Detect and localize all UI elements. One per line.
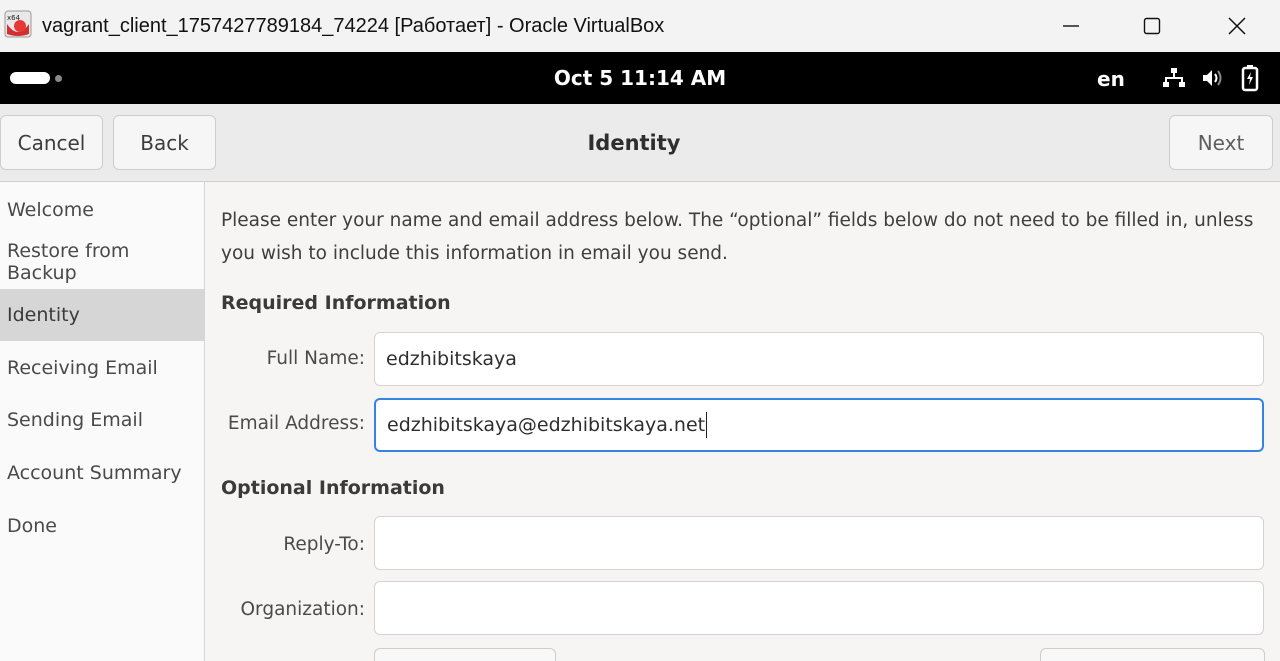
full-name-value: edzhibitskaya xyxy=(386,348,517,370)
identity-form: Please enter your name and email address… xyxy=(206,182,1280,661)
sidebar-item-identity[interactable]: Identity xyxy=(0,289,204,341)
assistant-steps-sidebar: Welcome Restore from Backup Identity Rec… xyxy=(0,182,205,661)
sidebar-item-account-summary[interactable]: Account Summary xyxy=(0,447,204,499)
maximize-button[interactable] xyxy=(1117,0,1187,52)
sidebar-item-sending-email[interactable]: Sending Email xyxy=(0,394,204,446)
battery-icon[interactable] xyxy=(1240,64,1260,92)
partially-visible-button-left[interactable] xyxy=(374,648,556,661)
email-address-field[interactable]: edzhibitskaya@edzhibitskaya.net xyxy=(374,398,1264,452)
minimize-icon xyxy=(1063,25,1079,27)
full-name-field[interactable]: edzhibitskaya xyxy=(374,332,1264,386)
network-icon[interactable] xyxy=(1162,66,1186,90)
sidebar-item-done[interactable]: Done xyxy=(0,500,204,552)
virtualbox-icon: x64 xyxy=(4,10,32,38)
text-cursor xyxy=(706,412,708,438)
close-button[interactable] xyxy=(1202,0,1272,52)
assistant-header-bar: Cancel Back Identity Next xyxy=(0,104,1280,182)
required-information-heading: Required Information xyxy=(221,292,451,314)
minimize-button[interactable] xyxy=(1036,0,1106,52)
intro-text: Please enter your name and email address… xyxy=(221,210,1254,264)
organization-label: Organization: xyxy=(240,599,365,620)
email-address-value: edzhibitskaya@edzhibitskaya.net xyxy=(387,414,706,436)
svg-text:x64: x64 xyxy=(7,14,21,22)
maximize-icon xyxy=(1143,17,1161,35)
optional-information-heading: Optional Information xyxy=(221,477,445,499)
organization-field[interactable] xyxy=(374,581,1264,635)
next-button[interactable]: Next xyxy=(1169,115,1273,170)
host-window-title: vagrant_client_1757427789184_74224 [Рабо… xyxy=(42,15,665,37)
email-address-label: Email Address: xyxy=(227,413,365,434)
clock[interactable]: Oct 5 11:14 AM xyxy=(0,66,1280,90)
volume-icon[interactable] xyxy=(1200,66,1224,90)
input-language-indicator[interactable]: en xyxy=(1097,67,1125,91)
reply-to-label: Reply-To: xyxy=(283,534,365,555)
close-icon xyxy=(1228,17,1246,35)
reply-to-field[interactable] xyxy=(374,516,1264,570)
full-name-label: Full Name: xyxy=(266,348,365,369)
host-window-titlebar: x64 vagrant_client_1757427789184_74224 [… xyxy=(0,0,1280,52)
gnome-top-bar: Oct 5 11:14 AM en xyxy=(0,52,1280,104)
sidebar-item-restore-from-backup[interactable]: Restore from Backup xyxy=(0,236,204,288)
sidebar-item-welcome[interactable]: Welcome xyxy=(0,184,204,236)
page-title: Identity xyxy=(587,131,681,155)
sidebar-item-receiving-email[interactable]: Receiving Email xyxy=(0,342,204,394)
partially-visible-button-right[interactable] xyxy=(1040,648,1265,661)
